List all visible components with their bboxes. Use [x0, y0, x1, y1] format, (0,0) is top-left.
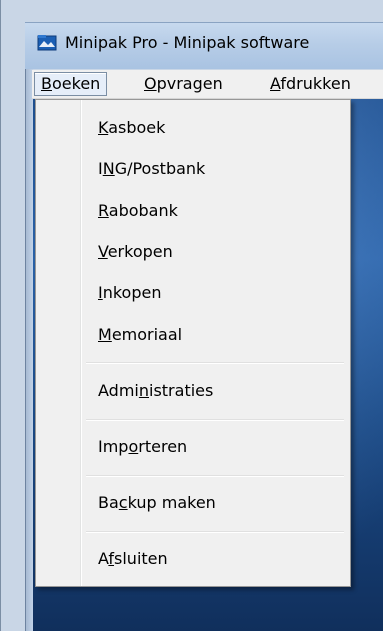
mnemonic-char: A [270, 74, 281, 93]
mnemonic-char: O [144, 74, 157, 93]
mnemonic-char: N [102, 159, 115, 178]
mnemonic-char: o [128, 437, 139, 456]
menubar-opvragen[interactable]: Opvragen [138, 73, 229, 95]
label-text: oeken [51, 74, 101, 93]
label-text: abobank [108, 201, 178, 220]
application-window: Minipak Pro - Minipak software Boeken Op… [0, 0, 383, 631]
menu-icon-gutter [36, 100, 82, 586]
menu-item-verkopen[interactable]: Verkopen [98, 242, 173, 262]
label-text: G/Postbank [114, 159, 206, 178]
mnemonic-char: M [98, 325, 112, 344]
label-text: fdrukken [280, 74, 351, 93]
menu-separator [86, 419, 344, 421]
mnemonic-char: n [138, 381, 149, 400]
menu-item-kasboek[interactable]: Kasboek [98, 118, 165, 138]
mnemonic-char: K [98, 118, 109, 137]
window-frame-left [25, 22, 33, 631]
mnemonic-char: c [118, 493, 128, 512]
menu-item-ing-postbank[interactable]: ING/Postbank [98, 159, 205, 179]
label-text: sluiten [114, 549, 168, 568]
menu-bar: Boeken Opvragen Afdrukken [32, 70, 383, 99]
boeken-dropdown-menu: Kasboek ING/Postbank Rabobank Verkopen I… [35, 99, 351, 587]
label-text: Ba [98, 493, 119, 512]
menu-item-backup-maken[interactable]: Backup maken [98, 493, 216, 513]
label-text: pvragen [156, 74, 223, 93]
mnemonic-char: V [98, 242, 108, 261]
menu-separator [86, 531, 344, 533]
menu-item-administraties[interactable]: Administraties [98, 381, 213, 401]
label-text: istraties [149, 381, 214, 400]
label-text: Admi [98, 381, 139, 400]
label-text: erkopen [107, 242, 173, 261]
label-text: emoriaal [111, 325, 183, 344]
window-title: Minipak Pro - Minipak software [65, 33, 310, 52]
label-text: A [98, 549, 109, 568]
mnemonic-char: B [41, 74, 52, 93]
label-text: Imp [98, 437, 129, 456]
mnemonic-char: R [98, 201, 109, 220]
menu-item-rabobank[interactable]: Rabobank [98, 201, 178, 221]
menu-separator [86, 362, 344, 364]
menubar-boeken[interactable]: Boeken [34, 72, 108, 96]
menu-item-memoriaal[interactable]: Memoriaal [98, 325, 182, 345]
label-text: asboek [108, 118, 166, 137]
label-text: rteren [138, 437, 188, 456]
menu-item-importeren[interactable]: Importeren [98, 437, 187, 457]
menubar-afdrukken[interactable]: Afdrukken [264, 73, 357, 95]
menu-separator [86, 475, 344, 477]
label-text: kup maken [127, 493, 216, 512]
menu-item-inkopen[interactable]: Inkopen [98, 283, 161, 303]
menu-item-afsluiten[interactable]: Afsluiten [98, 549, 168, 569]
label-text: nkopen [102, 283, 162, 302]
folder-app-icon [37, 35, 57, 51]
